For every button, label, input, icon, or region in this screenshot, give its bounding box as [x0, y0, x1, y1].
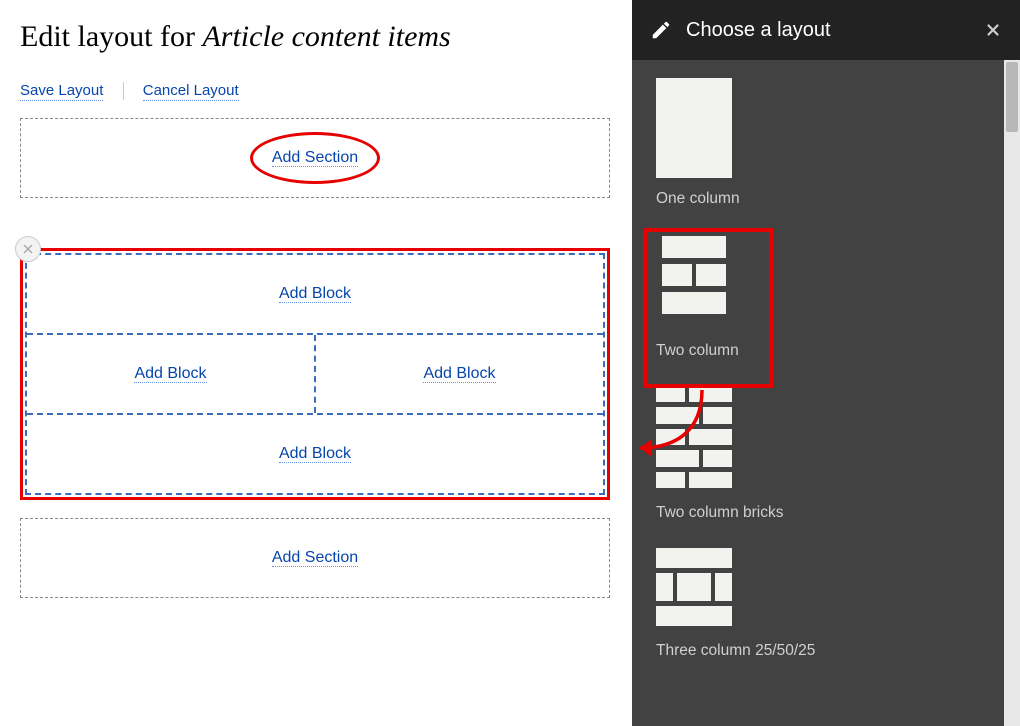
region-right[interactable]: Add Block	[316, 335, 603, 413]
layout-option-label: Three column 25/50/25	[656, 642, 996, 660]
scrollbar[interactable]	[1004, 60, 1020, 726]
title-italic: Article content items	[202, 20, 450, 53]
add-section-link[interactable]: Add Section	[272, 549, 358, 567]
add-block-link[interactable]: Add Block	[134, 365, 206, 383]
pencil-icon	[650, 19, 672, 41]
scrollbar-thumb[interactable]	[1006, 62, 1018, 132]
add-block-link[interactable]: Add Block	[423, 365, 495, 383]
save-layout-button[interactable]: Save Layout	[20, 82, 103, 101]
layout-option-three-column[interactable]: Three column 25/50/25	[656, 544, 996, 660]
panel-header: Choose a layout	[632, 0, 1020, 60]
layout-option-label: One column	[656, 190, 996, 208]
layout-option-one-column[interactable]: One column	[656, 78, 996, 208]
add-section-link[interactable]: Add Section	[272, 149, 358, 167]
region-left[interactable]: Add Block	[27, 335, 316, 413]
panel-body: One column Two column Two column bricks	[632, 60, 1020, 726]
thumb-three-column	[656, 544, 732, 630]
layout-option-label: Two column bricks	[656, 504, 996, 522]
close-icon	[21, 242, 35, 256]
section-grid: Add Block Add Block Add Block Add Block	[25, 253, 605, 495]
add-section-top[interactable]: Add Section	[20, 118, 610, 198]
thumb-one-column	[656, 78, 732, 178]
cancel-layout-button[interactable]: Cancel Layout	[143, 82, 239, 101]
layout-option-two-column-bricks[interactable]: Two column bricks	[656, 382, 996, 522]
thumb-two-column	[656, 230, 732, 330]
region-bottom[interactable]: Add Block	[27, 415, 603, 493]
region-top[interactable]: Add Block	[27, 255, 603, 335]
add-section-bottom[interactable]: Add Section	[20, 518, 610, 598]
toolbar-divider	[123, 82, 124, 100]
layout-option-two-column[interactable]: Two column	[656, 230, 996, 360]
layout-section: Add Block Add Block Add Block Add Block	[20, 248, 610, 500]
close-panel-button[interactable]	[984, 21, 1002, 39]
add-block-link[interactable]: Add Block	[279, 285, 351, 303]
layout-picker-panel: Choose a layout One column Two column	[632, 0, 1020, 726]
layout-toolbar: Save Layout Cancel Layout	[20, 82, 610, 100]
layout-option-label: Two column	[656, 342, 996, 360]
title-prefix: Edit layout for	[20, 20, 202, 53]
annotation-red-box-main: Add Block Add Block Add Block Add Block	[20, 248, 610, 500]
thumb-two-column-bricks	[656, 382, 732, 492]
region-middle-row: Add Block Add Block	[27, 335, 603, 415]
remove-section-button[interactable]	[15, 236, 41, 262]
add-block-link[interactable]: Add Block	[279, 445, 351, 463]
panel-title: Choose a layout	[686, 19, 984, 42]
page-title: Edit layout for Article content items	[20, 20, 610, 54]
